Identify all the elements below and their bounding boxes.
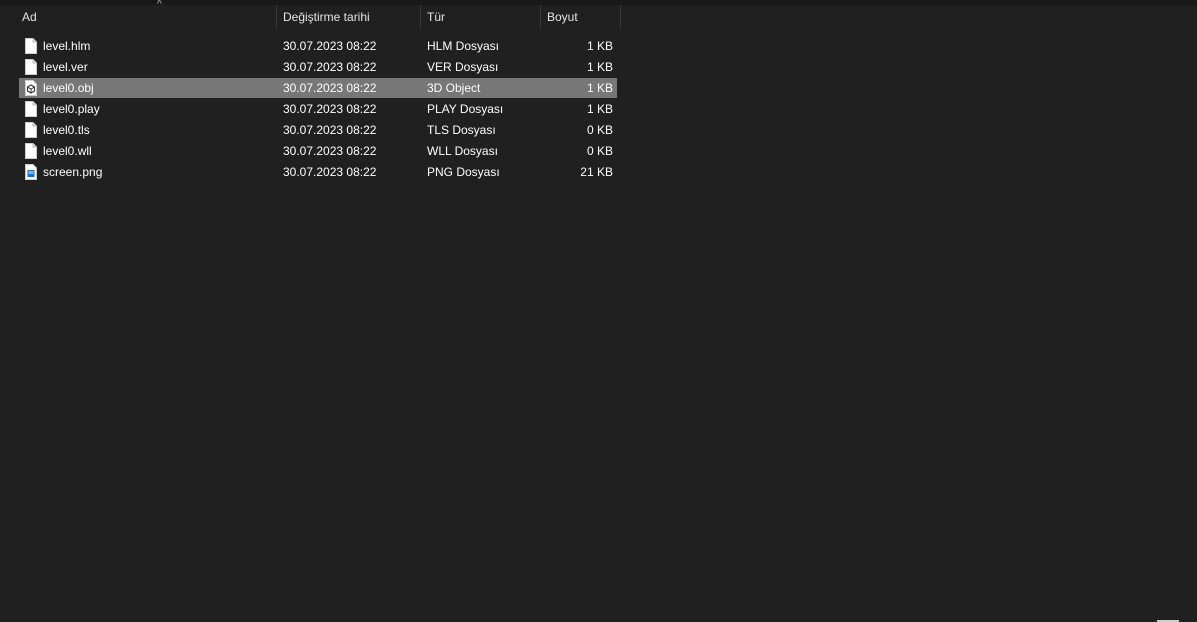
file-type: PLAY Dosyası [427,102,504,116]
column-header-name[interactable]: Ad ^ [16,0,277,29]
document-icon [25,38,37,54]
column-header-name-label: Ad [22,10,37,24]
column-header-type[interactable]: Tür [421,5,541,29]
column-header-bar: Ad ^ Değiştirme tarihi Tür Boyut [0,0,1197,29]
3d-object-icon [25,80,37,96]
file-row[interactable]: level0.play 30.07.2023 08:22 PLAY Dosyas… [19,99,617,119]
file-row[interactable]: level0.tls 30.07.2023 08:22 TLS Dosyası … [19,120,617,140]
file-row[interactable]: level0.wll 30.07.2023 08:22 WLL Dosyası … [19,141,617,161]
file-row[interactable]: level.ver 30.07.2023 08:22 VER Dosyası 1… [19,57,617,77]
file-type: 3D Object [427,81,481,95]
document-icon [25,59,37,75]
file-type: WLL Dosyası [427,144,498,158]
file-row[interactable]: level.hlm 30.07.2023 08:22 HLM Dosyası 1… [19,36,617,56]
file-date: 30.07.2023 08:22 [283,165,377,179]
file-date: 30.07.2023 08:22 [283,102,377,116]
file-date: 30.07.2023 08:22 [283,39,377,53]
file-size: 1 KB [586,102,613,116]
file-size: 1 KB [586,39,613,53]
file-name: level0.wll [43,144,92,158]
sort-ascending-icon: ^ [157,0,162,10]
document-icon [25,143,37,159]
column-header-date[interactable]: Değiştirme tarihi [277,5,421,29]
file-size: 0 KB [586,144,613,158]
file-size: 21 KB [580,165,613,179]
file-row-selected[interactable]: level0.obj 30.07.2023 08:22 3D Object 1 … [19,78,617,98]
file-row[interactable]: screen.png 30.07.2023 08:22 PNG Dosyası … [19,162,617,182]
document-icon [25,122,37,138]
file-name: screen.png [43,165,103,179]
column-header-type-label: Tür [427,10,445,24]
file-size: 1 KB [586,81,613,95]
file-size: 1 KB [586,60,613,74]
file-size: 0 KB [586,123,613,137]
document-icon [25,101,37,117]
file-name: level.ver [43,60,88,74]
file-name: level.hlm [43,39,91,53]
image-file-icon [25,164,37,180]
column-divider[interactable] [620,5,621,29]
column-header-date-label: Değiştirme tarihi [283,10,370,24]
file-type: HLM Dosyası [427,39,500,53]
file-type: TLS Dosyası [427,123,496,137]
file-type: VER Dosyası [427,60,499,74]
file-name: level0.play [43,102,100,116]
file-date: 30.07.2023 08:22 [283,144,377,158]
file-name: level0.obj [43,81,94,95]
column-header-size[interactable]: Boyut [541,5,621,29]
file-date: 30.07.2023 08:22 [283,123,377,137]
file-date: 30.07.2023 08:22 [283,60,377,74]
file-name: level0.tls [43,123,90,137]
file-type: PNG Dosyası [427,165,500,179]
file-date: 30.07.2023 08:22 [283,81,377,95]
column-header-size-label: Boyut [547,10,578,24]
